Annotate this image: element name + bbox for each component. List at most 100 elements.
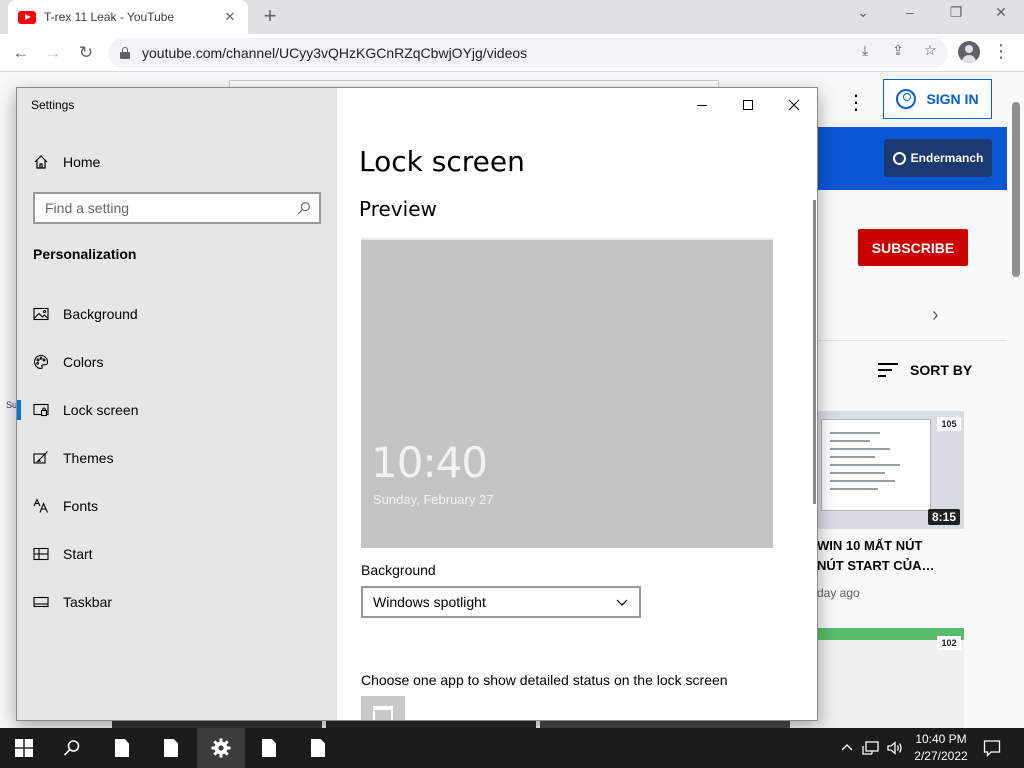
network-icon[interactable] xyxy=(862,739,880,757)
maximize-icon xyxy=(743,100,753,110)
taskbar-app-notepad[interactable] xyxy=(147,728,195,768)
thumbnail-screenshot xyxy=(821,419,931,511)
search-button[interactable] xyxy=(48,728,96,768)
search-icon xyxy=(63,740,80,756)
video-duration: 8:15 xyxy=(927,509,960,525)
home-icon xyxy=(34,155,48,169)
reload-button[interactable]: ↻ xyxy=(73,40,99,66)
sidebar-item-label: Start xyxy=(63,546,93,562)
subscribe-button[interactable]: SUBSCRIBE xyxy=(858,229,968,266)
windows-logo-icon xyxy=(15,739,33,757)
sidebar-item-themes[interactable]: Themes xyxy=(17,438,337,478)
clock-time: 10:40 PM xyxy=(915,732,967,746)
sign-in-button[interactable]: SIGN IN xyxy=(883,79,992,119)
globe-icon xyxy=(892,151,906,165)
taskbar-app-notepad[interactable] xyxy=(98,728,146,768)
bookmark-star-icon[interactable]: ☆ xyxy=(921,42,939,59)
brush-icon xyxy=(33,451,48,464)
search-icon[interactable] xyxy=(297,201,311,215)
sort-by-label: SORT BY xyxy=(910,362,973,378)
calendar-icon xyxy=(373,706,393,720)
document-icon xyxy=(262,739,276,757)
show-hidden-icons-chevron-icon[interactable] xyxy=(838,739,856,757)
forward-button[interactable]: → xyxy=(40,40,66,66)
browser-minimize-button[interactable]: – xyxy=(900,4,920,20)
thumbnail-strip xyxy=(540,720,790,728)
tabs-scroll-right-icon[interactable]: › xyxy=(932,304,939,327)
new-tab-button[interactable]: + xyxy=(258,5,282,29)
video-thumbnail[interactable]: 102 xyxy=(817,628,964,728)
browser-restore-button[interactable]: ❐ xyxy=(946,4,966,21)
settings-sidebar: Settings Home Personalization Background xyxy=(17,88,337,720)
windows-taskbar: 10:40 PM 2/27/2022 xyxy=(0,728,1024,768)
sidebar-item-start[interactable]: Start xyxy=(17,534,337,574)
address-bar[interactable]: youtube.com/channel/UCyy3vQHzKGCnRZqCbwj… xyxy=(108,38,948,68)
secure-lock-icon[interactable] xyxy=(120,47,130,59)
thumbnail-badge: 105 xyxy=(937,417,961,431)
thumbnail-strip xyxy=(326,720,536,728)
close-icon xyxy=(788,99,800,111)
browser-tab-strip: T-rex 11 Leak - YouTube ✕ + ⌄ – ❐ ✕ xyxy=(0,0,1024,34)
url-text[interactable]: youtube.com/channel/UCyy3vQHzKGCnRZqCbwj… xyxy=(142,45,527,61)
maximize-button[interactable] xyxy=(733,94,763,116)
sidebar-item-colors[interactable]: Colors xyxy=(17,342,337,382)
sidebar-item-label: Themes xyxy=(63,450,114,466)
youtube-settings-menu-icon[interactable]: ⋮ xyxy=(846,90,866,115)
channel-chip-label: Endermanch xyxy=(910,151,984,165)
tab-search-chevron-icon[interactable]: ⌄ xyxy=(853,4,873,21)
video-title-line2[interactable]: NÚT START CỦA… xyxy=(817,556,1007,576)
thumbnail-badge: 102 xyxy=(937,636,961,650)
sidebar-item-label: Fonts xyxy=(63,498,99,514)
video-thumbnail[interactable]: 105 8:15 xyxy=(817,411,964,529)
browser-menu-icon[interactable]: ⋮ xyxy=(992,42,1010,60)
taskbar-clock[interactable]: 10:40 PM 2/27/2022 xyxy=(906,731,976,765)
thumbnail-strip xyxy=(112,720,322,728)
profile-avatar-icon[interactable] xyxy=(958,41,980,63)
preview-heading: Preview xyxy=(359,197,437,221)
action-center-icon[interactable] xyxy=(982,738,1002,758)
volume-icon[interactable] xyxy=(886,739,904,757)
tabs-divider xyxy=(817,340,1007,341)
page-title: Lock screen xyxy=(359,145,525,178)
settings-content: Lock screen Preview 10:40 Sunday, Februa… xyxy=(337,88,817,720)
share-icon[interactable]: ⇪ xyxy=(889,42,907,59)
find-setting-input[interactable] xyxy=(45,200,297,216)
start-button[interactable] xyxy=(0,728,48,768)
taskbar-app-notepad[interactable] xyxy=(294,728,342,768)
sign-in-label: SIGN IN xyxy=(926,91,979,107)
browser-close-button[interactable]: ✕ xyxy=(991,4,1011,21)
taskbar-app-notepad[interactable] xyxy=(245,728,293,768)
video-title-line1[interactable]: WIN 10 MẤT NÚT xyxy=(817,536,1007,556)
gear-icon xyxy=(211,738,231,758)
sidebar-item-label: Background xyxy=(63,306,138,322)
document-icon xyxy=(115,739,129,757)
tab-close-icon[interactable]: ✕ xyxy=(222,9,238,25)
lock-screen-icon xyxy=(33,403,49,417)
sidebar-item-label: Taskbar xyxy=(63,594,113,610)
minimize-button[interactable] xyxy=(687,94,717,116)
sidebar-item-label: Colors xyxy=(63,354,104,370)
sort-by-button[interactable]: SORT BY xyxy=(878,362,972,378)
sidebar-item-fonts[interactable]: Fonts xyxy=(17,486,337,526)
account-icon xyxy=(896,89,917,109)
channel-banner-chip[interactable]: Endermanch xyxy=(884,139,992,177)
page-scrollbar[interactable] xyxy=(1012,102,1020,277)
sidebar-item-taskbar[interactable]: Taskbar xyxy=(17,582,337,622)
content-scrollbar[interactable] xyxy=(813,200,816,504)
youtube-favicon-icon xyxy=(18,10,36,24)
preview-time: 10:40 xyxy=(371,438,488,487)
back-button[interactable]: ← xyxy=(8,40,34,66)
sidebar-item-lock-screen[interactable]: Lock screen xyxy=(17,390,337,430)
close-button[interactable] xyxy=(779,94,809,116)
browser-tab[interactable]: T-rex 11 Leak - YouTube ✕ xyxy=(8,0,248,34)
home-nav-item[interactable]: Home xyxy=(33,152,100,172)
taskbar-app-settings[interactable] xyxy=(197,728,245,768)
sidebar-item-background[interactable]: Background xyxy=(17,294,337,334)
image-icon xyxy=(33,307,49,321)
find-setting-search[interactable] xyxy=(33,192,321,224)
clock-date: 2/27/2022 xyxy=(914,749,968,763)
install-app-icon[interactable]: ⤓ xyxy=(856,42,874,59)
home-label: Home xyxy=(63,154,101,170)
detailed-status-app-button[interactable] xyxy=(361,696,405,720)
background-dropdown[interactable]: Windows spotlight xyxy=(361,586,641,618)
